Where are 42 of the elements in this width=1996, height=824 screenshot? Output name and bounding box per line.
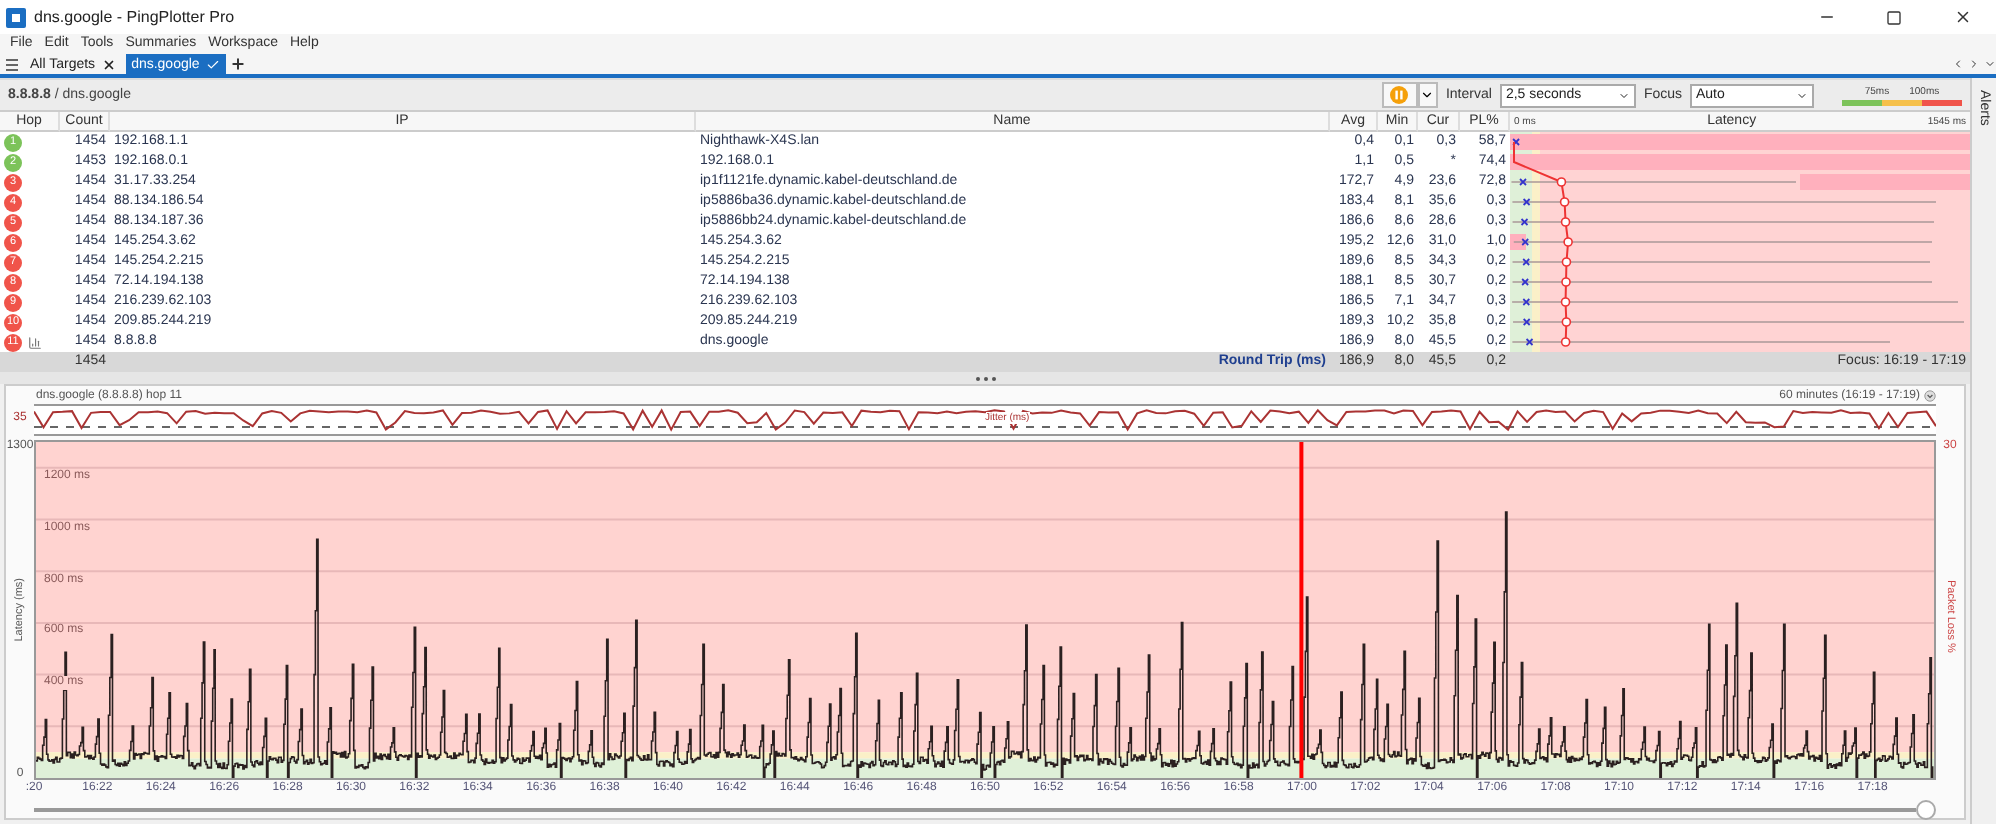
average-latency-marker [1559, 197, 1570, 208]
app-icon [6, 7, 26, 27]
caret-icon [1617, 89, 1630, 102]
current-latency-marker [1525, 338, 1534, 347]
pause-icon [1390, 86, 1409, 105]
current-latency-marker [1512, 138, 1520, 147]
average-latency-marker [1563, 237, 1573, 248]
plus-icon [229, 56, 246, 72]
average-latency-marker [1561, 257, 1572, 268]
close-icon [1953, 8, 1971, 26]
chevron-left-icon [1952, 58, 1964, 70]
close-icon[interactable] [101, 57, 116, 71]
current-latency-marker [1522, 318, 1531, 327]
check-icon [205, 57, 220, 71]
current-latency-marker [1519, 178, 1527, 187]
current-latency-marker [1522, 258, 1531, 267]
average-latency-marker [1560, 217, 1571, 228]
current-latency-marker [1521, 238, 1530, 247]
caret-icon [1420, 88, 1435, 103]
time-scrollbar[interactable] [34, 800, 1936, 818]
add-tab-button[interactable] [229, 54, 246, 74]
caret-icon [1796, 89, 1808, 102]
splitter-handle[interactable] [0, 372, 1970, 384]
threshold-bar [1842, 99, 1962, 106]
current-latency-marker [1522, 298, 1531, 307]
window-title: dns.google - PingPlotter Pro [34, 8, 237, 26]
list-icon [4, 57, 20, 71]
scroll-left-button[interactable] [1952, 54, 1964, 74]
caret-icon [1984, 58, 1996, 70]
maximize-icon [1886, 9, 1902, 25]
current-latency-marker [1522, 198, 1531, 207]
current-latency-marker [1521, 278, 1530, 287]
average-latency-marker [1556, 177, 1567, 188]
average-latency-marker [1561, 277, 1571, 288]
time-cursor[interactable] [1299, 442, 1304, 778]
average-latency-marker [1560, 337, 1571, 348]
average-latency-marker [1561, 317, 1572, 328]
current-latency-marker [1520, 218, 1529, 227]
average-latency-marker [1560, 297, 1571, 308]
scroll-right-button[interactable] [1968, 54, 1980, 74]
chevron-right-icon [1968, 58, 1980, 70]
dropdown-button[interactable] [1417, 82, 1438, 109]
